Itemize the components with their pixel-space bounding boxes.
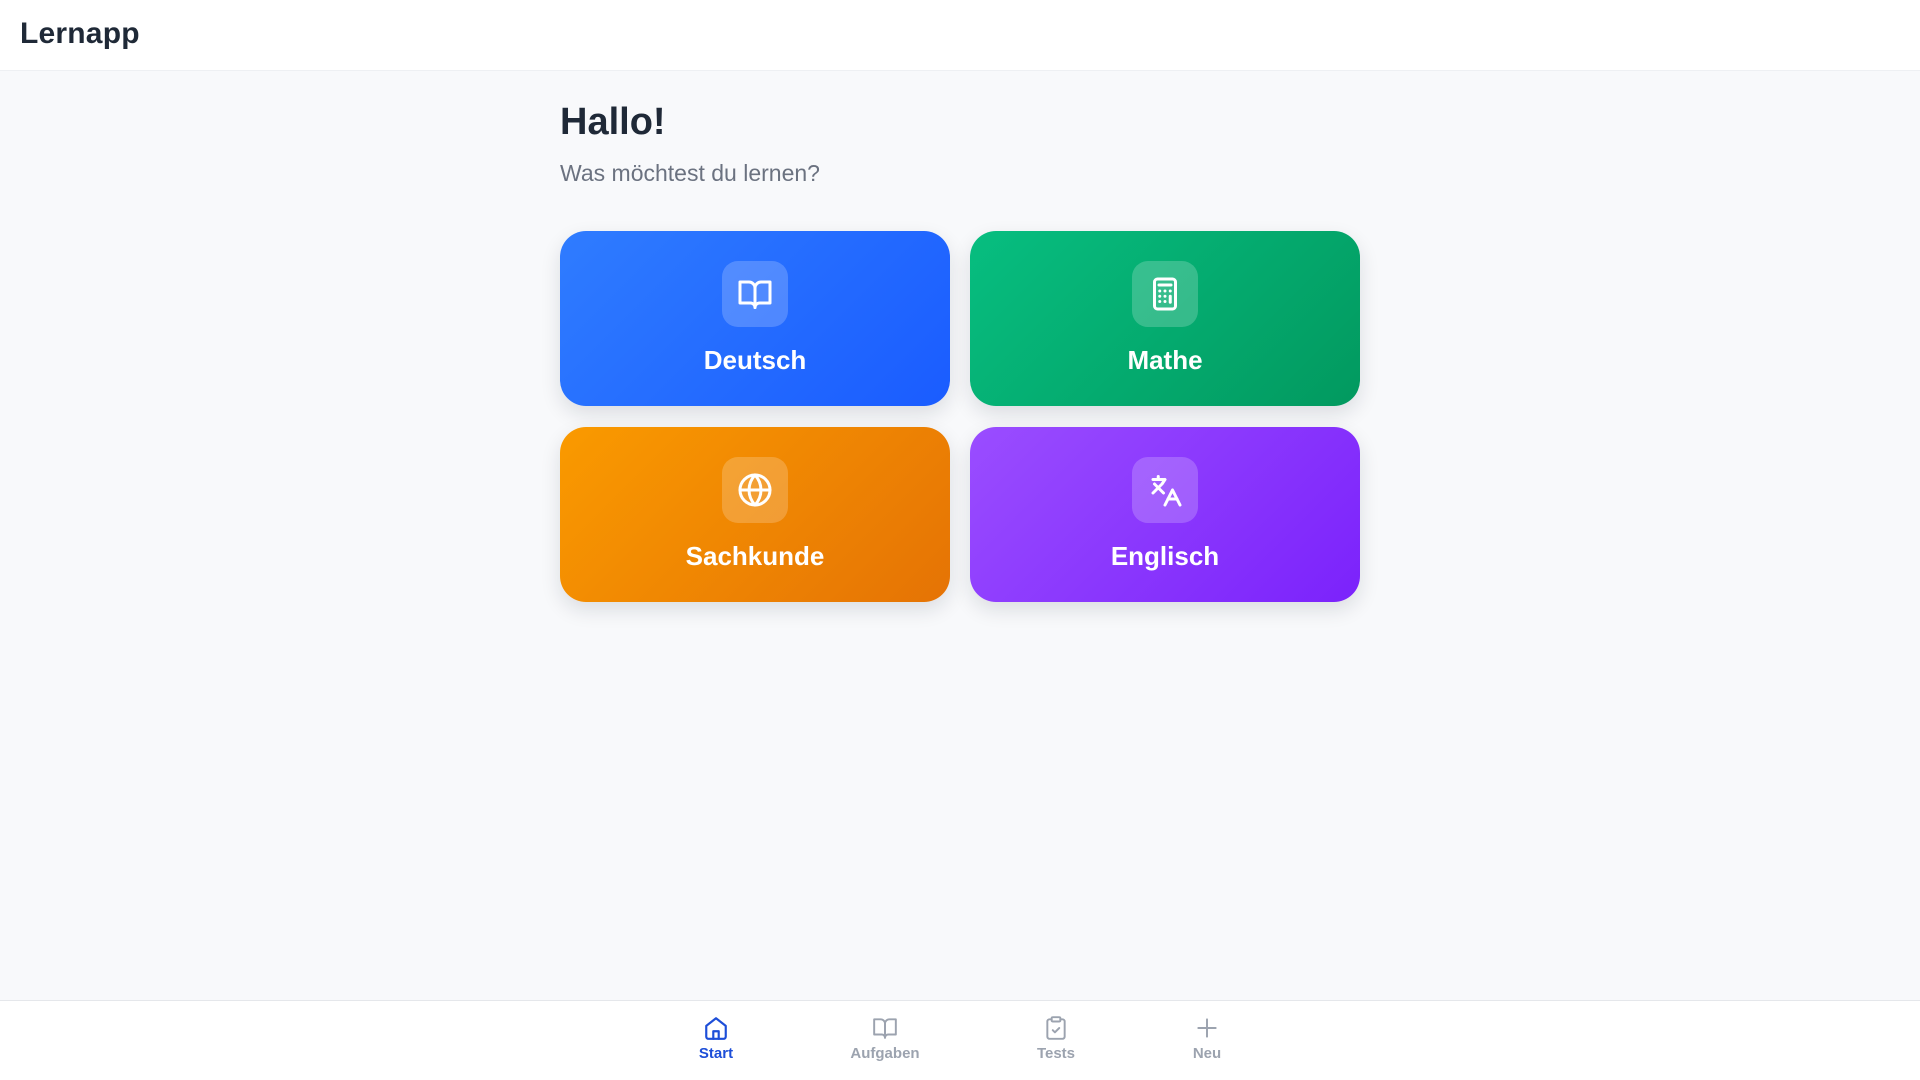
calculator-icon (1132, 261, 1198, 327)
subject-card-englisch[interactable]: Englisch (970, 427, 1360, 602)
nav-item-neu[interactable]: Neu (1152, 1015, 1262, 1067)
greeting-subtitle: Was möchtest du lernen? (560, 160, 820, 186)
nav-item-aufgaben[interactable]: Aufgaben (830, 1015, 940, 1067)
translate-icon (1132, 457, 1198, 523)
app-header: Lernapp (0, 0, 1920, 71)
nav-item-label: Tests (1036, 1045, 1076, 1062)
book-open-icon (873, 1018, 897, 1039)
subject-card-label: Englisch (1110, 541, 1220, 571)
nav-item-label: Start (698, 1045, 734, 1062)
subject-card-deutsch[interactable]: Deutsch (560, 231, 950, 406)
app-title: Lernapp (20, 17, 140, 50)
subject-card-mathe[interactable]: Mathe (970, 231, 1360, 406)
bottom-navigation: Start Aufgaben Tests Neu (0, 1000, 1920, 1080)
nav-item-label: Aufgaben (850, 1045, 920, 1062)
plus-icon (1197, 1018, 1217, 1038)
subject-card-label: Deutsch (703, 345, 807, 375)
nav-item-label: Neu (1192, 1045, 1222, 1062)
subject-card-label: Sachkunde (685, 541, 825, 571)
book-open-icon (722, 261, 788, 327)
nav-item-start[interactable]: Start (661, 1015, 771, 1067)
nav-item-tests[interactable]: Tests (1001, 1015, 1111, 1067)
subject-card-label: Mathe (1127, 345, 1203, 375)
home-icon (705, 1017, 727, 1040)
greeting-heading: Hallo! (560, 101, 666, 143)
clipboard-check-icon (1046, 1016, 1066, 1040)
globe-icon (722, 457, 788, 523)
subject-card-sachkunde[interactable]: Sachkunde (560, 427, 950, 602)
